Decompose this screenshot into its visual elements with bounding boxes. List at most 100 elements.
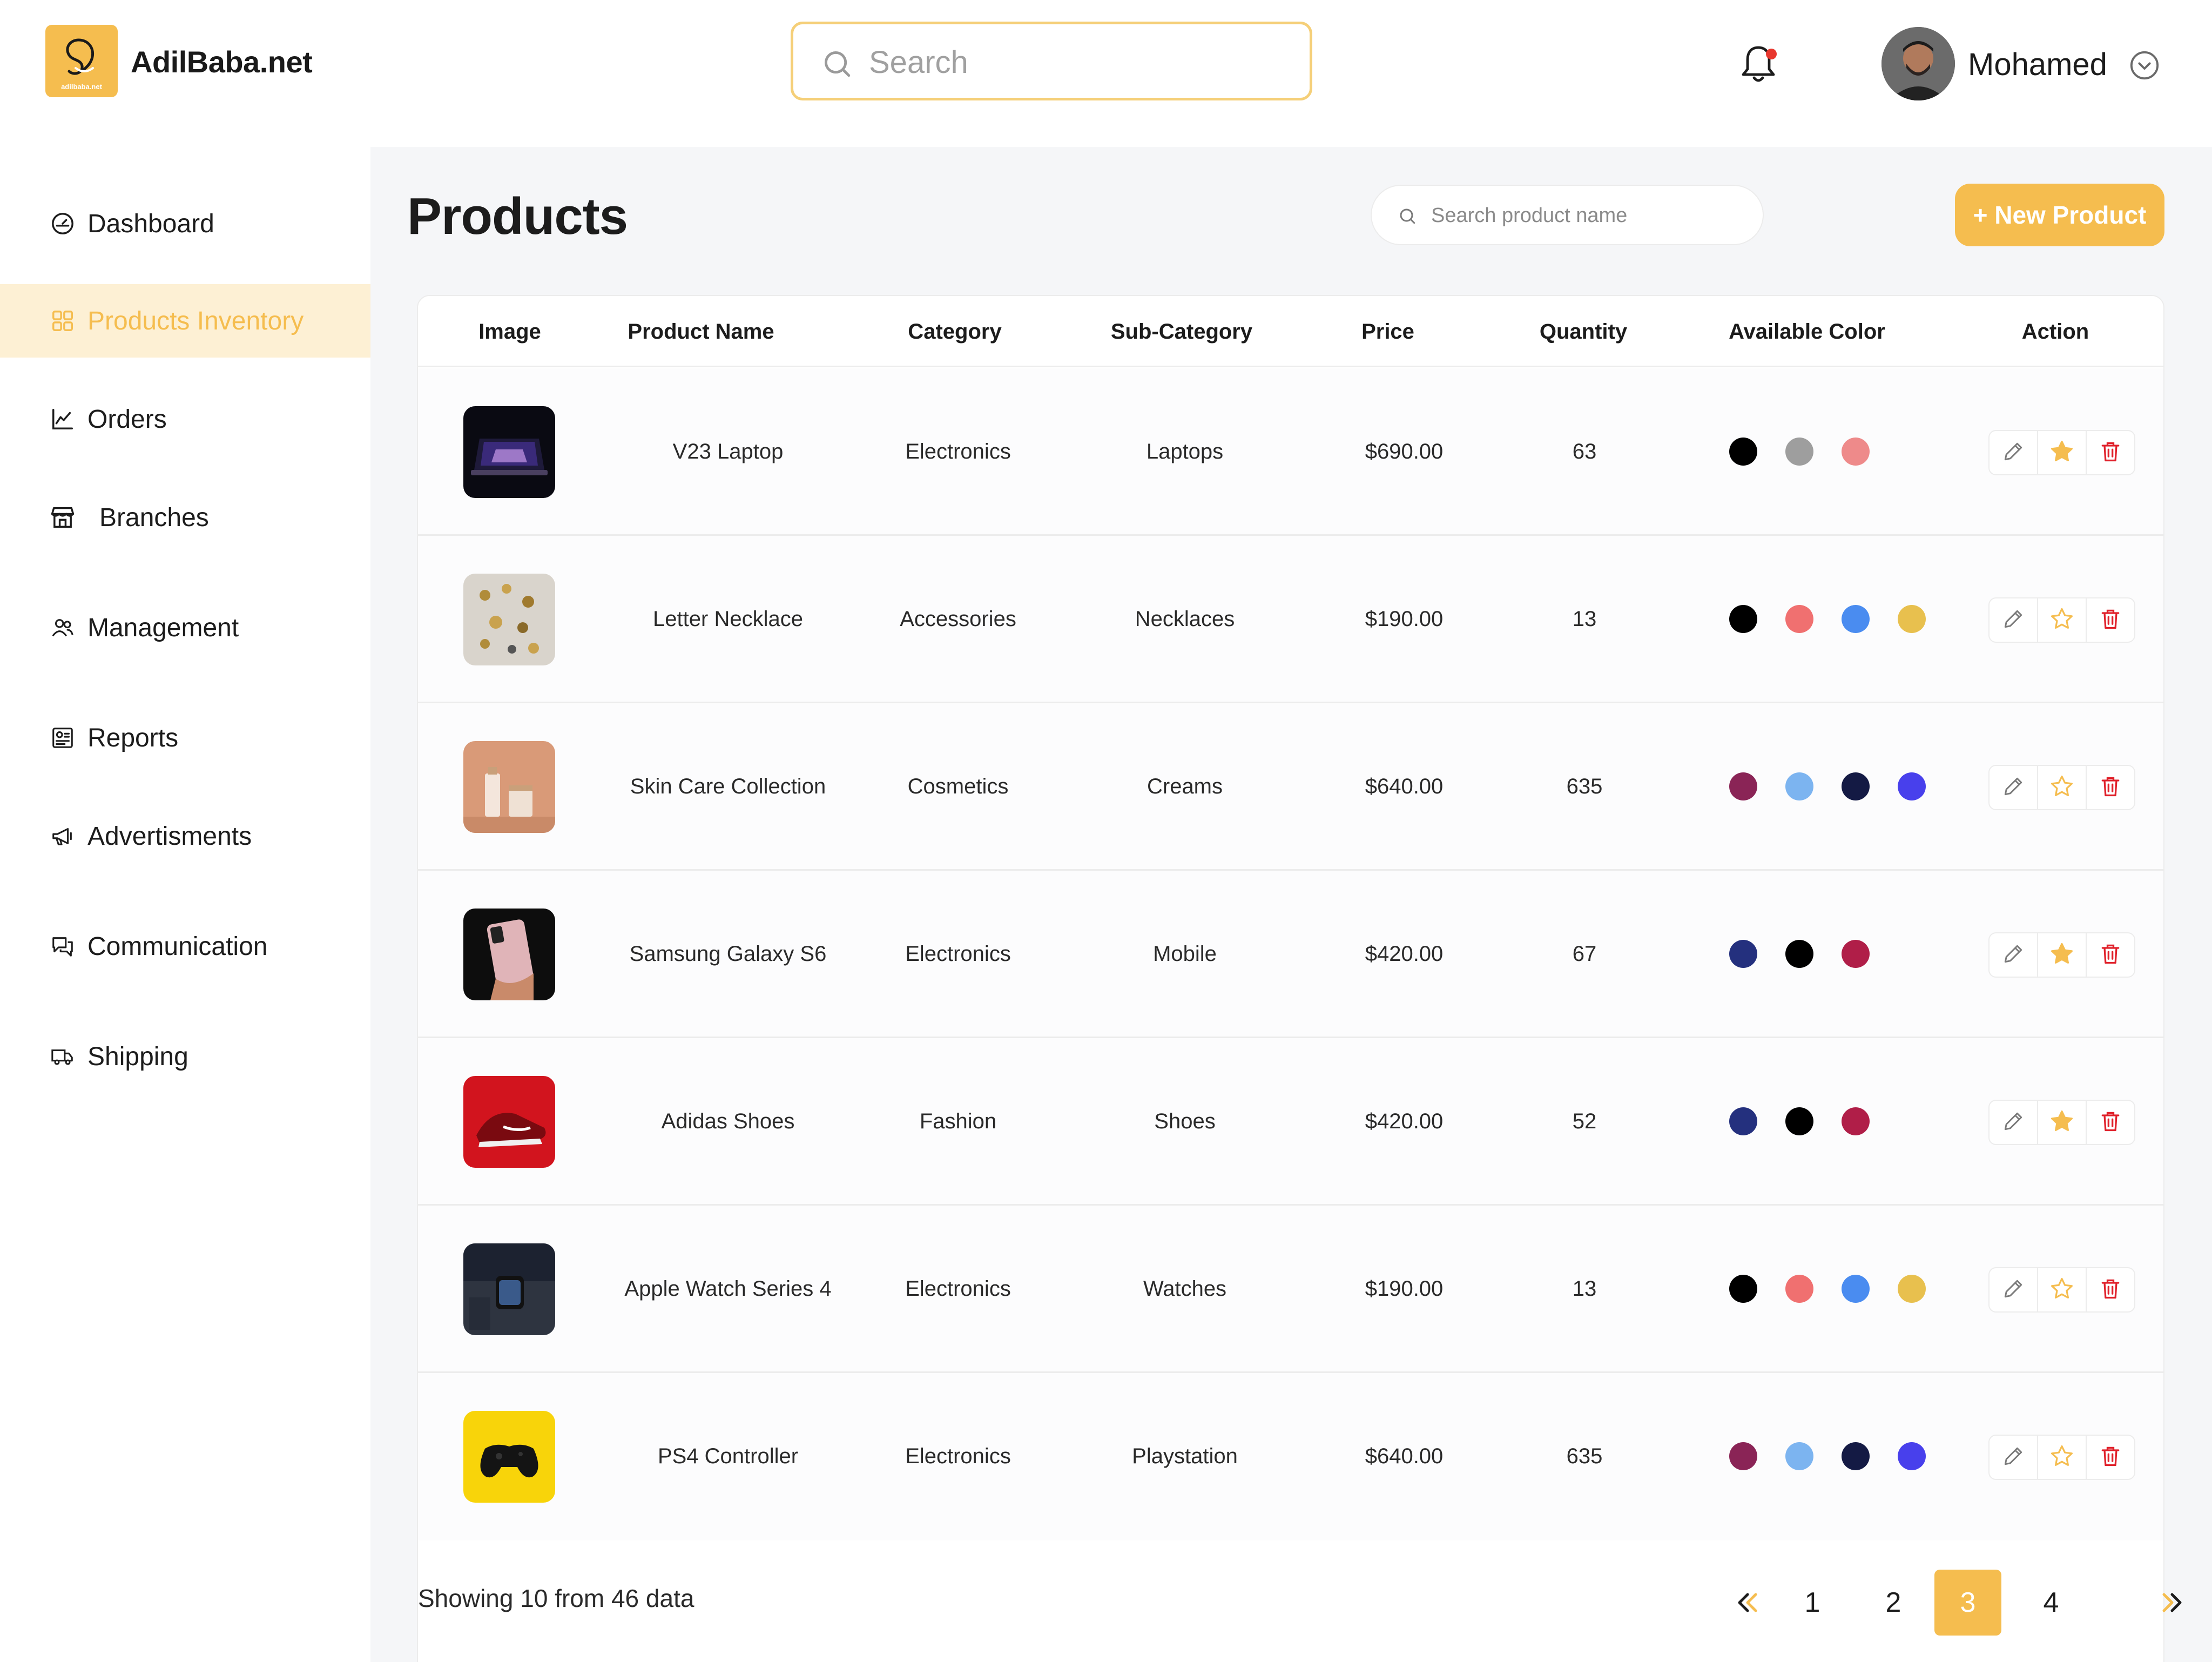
logo-caption: adilbaba.net (61, 83, 102, 91)
product-category: Accessories (900, 607, 1016, 631)
pagination-page-3[interactable]: 3 (1934, 1570, 2001, 1636)
edit-button[interactable] (1990, 933, 2038, 977)
color-swatch (1729, 1442, 1757, 1470)
column-header-price: Price (1361, 320, 1414, 344)
new-product-button[interactable]: + New Product (1955, 184, 2164, 246)
products-table: Image Product Name Category Sub-Category… (417, 295, 2164, 1662)
sidebar-item-label: Shipping (87, 1042, 188, 1071)
users-icon (49, 614, 77, 642)
sidebar-item-orders[interactable]: Orders (0, 382, 370, 456)
grid-icon (49, 307, 77, 335)
color-swatch (1729, 772, 1757, 800)
color-swatch (1729, 438, 1757, 466)
available-colors (1729, 1107, 1870, 1135)
available-colors (1729, 772, 1926, 800)
delete-button[interactable] (2087, 1101, 2134, 1144)
color-swatch (1842, 772, 1870, 800)
favorite-button[interactable] (2038, 598, 2087, 642)
trash-icon (2099, 440, 2122, 466)
sidebar-item-dashboard[interactable]: Dashboard (0, 187, 370, 260)
color-swatch (1785, 1107, 1813, 1135)
favorite-button[interactable] (2038, 1436, 2087, 1479)
dashboard-gauge-icon (49, 210, 77, 238)
pencil-icon (2001, 440, 2025, 466)
color-swatch (1842, 940, 1870, 968)
available-colors (1729, 1442, 1926, 1470)
sidebar-item-management[interactable]: Management (0, 591, 370, 664)
chat-icon (49, 932, 77, 960)
product-search-input[interactable] (1431, 199, 1744, 232)
pagination-page-1[interactable]: 1 (1786, 1570, 1838, 1636)
avatar[interactable] (1881, 27, 1955, 100)
global-search[interactable] (791, 22, 1312, 100)
user-menu-toggle[interactable] (2129, 50, 2160, 84)
brand-name[interactable]: AdilBaba.net (131, 44, 313, 79)
megaphone-icon (49, 822, 77, 850)
brand-logo[interactable]: adilbaba.net (45, 25, 118, 97)
product-quantity: 635 (1566, 775, 1603, 798)
edit-button[interactable] (1990, 1101, 2038, 1144)
product-search[interactable] (1371, 185, 1764, 245)
product-subcategory: Laptops (1146, 440, 1224, 463)
notifications-button[interactable] (1738, 42, 1779, 89)
row-actions (1988, 597, 2135, 643)
product-quantity: 67 (1572, 942, 1597, 966)
delete-button[interactable] (2087, 933, 2134, 977)
product-subcategory: Watches (1143, 1277, 1227, 1301)
sidebar-item-reports[interactable]: Reports (0, 701, 370, 775)
global-search-input[interactable] (869, 41, 1290, 84)
sidebar-item-products-inventory[interactable]: Products Inventory (0, 284, 370, 358)
search-icon (1400, 208, 1415, 224)
pagination-page-2[interactable]: 2 (1867, 1570, 1919, 1636)
product-thumbnail (463, 1076, 555, 1168)
favorite-button[interactable] (2038, 1268, 2087, 1311)
favorite-button[interactable] (2038, 1101, 2087, 1144)
table-row: Apple Watch Series 4 Electronics Watches… (418, 1206, 2163, 1373)
edit-button[interactable] (1990, 766, 2038, 809)
edit-button[interactable] (1990, 431, 2038, 474)
edit-button[interactable] (1990, 598, 2038, 642)
trash-icon (2099, 1109, 2122, 1136)
pencil-icon (2001, 1444, 2025, 1471)
pagination-first-button[interactable] (1726, 1570, 1769, 1636)
logo-mark-icon (66, 38, 95, 75)
column-header-category: Category (908, 320, 1002, 344)
product-subcategory: Mobile (1153, 942, 1217, 966)
product-thumbnail (463, 1243, 555, 1335)
delete-button[interactable] (2087, 1436, 2134, 1479)
trash-icon (2099, 1277, 2122, 1303)
favorite-button[interactable] (2038, 766, 2087, 809)
edit-button[interactable] (1990, 1268, 2038, 1311)
sidebar-item-communication[interactable]: Communication (0, 910, 370, 983)
product-name: Apple Watch Series 4 (624, 1277, 832, 1301)
edit-button[interactable] (1990, 1436, 2038, 1479)
trash-icon (2099, 1444, 2122, 1471)
product-category: Electronics (905, 440, 1011, 463)
product-subcategory: Necklaces (1135, 607, 1235, 631)
favorite-button[interactable] (2038, 431, 2087, 474)
pagination-last-button[interactable] (2150, 1570, 2194, 1636)
star-icon (2049, 439, 2075, 467)
favorite-button[interactable] (2038, 933, 2087, 977)
sidebar-item-branches[interactable]: Branches (0, 481, 370, 554)
color-swatch (1842, 605, 1870, 633)
delete-button[interactable] (2087, 1268, 2134, 1311)
sidebar-item-advertisments[interactable]: Advertisments (0, 799, 370, 873)
pencil-icon (2001, 607, 2025, 634)
delete-button[interactable] (2087, 766, 2134, 809)
table-header: Image Product Name Category Sub-Category… (418, 296, 2163, 367)
color-swatch (1898, 605, 1926, 633)
product-subcategory: Playstation (1132, 1444, 1238, 1468)
column-header-sub-category: Sub-Category (1110, 320, 1253, 344)
sidebar-item-shipping[interactable]: Shipping (0, 1020, 370, 1093)
pagination-page-4[interactable]: 4 (2025, 1570, 2077, 1636)
product-thumbnail (463, 1411, 555, 1503)
color-swatch (1729, 940, 1757, 968)
bell-icon (1742, 46, 1777, 82)
delete-button[interactable] (2087, 598, 2134, 642)
user-name[interactable]: Mohamed (1968, 46, 2107, 83)
delete-button[interactable] (2087, 431, 2134, 474)
product-category: Electronics (905, 942, 1011, 966)
sidebar-item-label: Communication (87, 932, 268, 961)
color-swatch (1898, 1275, 1926, 1303)
